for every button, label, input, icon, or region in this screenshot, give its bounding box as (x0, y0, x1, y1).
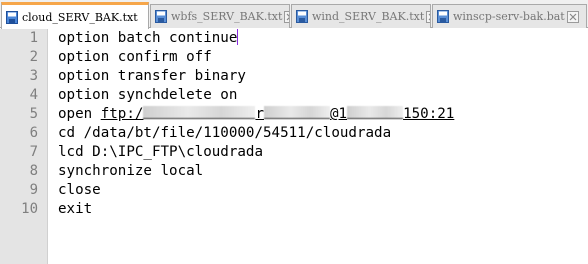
line-number: 8 (29, 163, 38, 179)
line-number: 10 (21, 201, 38, 217)
close-tab-icon[interactable] (566, 10, 579, 23)
redacted-credentials (143, 106, 256, 119)
code-line[interactable]: synchronize local (58, 162, 588, 181)
tab-label: cloud_SERV_BAK.txt (22, 10, 138, 24)
tab-bar: cloud_SERV_BAK.txt wbfs_SERV_BAK.txt win… (0, 0, 588, 29)
line-number: 6 (29, 125, 38, 141)
code-text: option confirm off (58, 49, 212, 65)
code-text: option batch continue (58, 30, 238, 46)
code-text: open (58, 106, 101, 122)
code-text: option synchdelete on (58, 87, 238, 103)
text-caret (237, 29, 239, 45)
code-text: lcd D:\IPC_FTP\cloudrada (58, 144, 263, 160)
url-text: ftp:/ (100, 106, 144, 122)
tab-wbfs-serv-bak[interactable]: wbfs_SERV_BAK.txt (150, 4, 290, 28)
code-area[interactable]: option batch continue option confirm off… (58, 29, 588, 219)
tab-label: wind_SERV_BAK.txt (312, 10, 425, 23)
code-line[interactable]: option batch continue (58, 29, 588, 48)
code-text: close (58, 182, 101, 198)
url-text: 150:21 (403, 106, 455, 122)
line-number: 9 (29, 182, 38, 198)
code-text: synchronize local (58, 163, 204, 179)
line-number: 3 (29, 68, 38, 84)
code-text: cd /data/bt/file/110000/54511/cloudrada (58, 125, 392, 141)
ftp-url-link[interactable]: ftp:/ r @1 150:21 (100, 106, 455, 122)
redacted-host (347, 106, 404, 119)
code-line[interactable]: option confirm off (58, 48, 588, 67)
code-line[interactable]: option synchdelete on (58, 86, 588, 105)
code-text: exit (58, 201, 93, 217)
text-editor[interactable]: 1 2 3 4 5 6 7 8 9 10 option batch contin… (0, 29, 588, 264)
saved-file-icon (155, 10, 167, 23)
url-text: r (255, 106, 264, 122)
line-number: 1 (29, 30, 38, 46)
code-line[interactable]: close (58, 181, 588, 200)
line-number: 5 (29, 106, 38, 122)
code-line[interactable]: exit (58, 200, 588, 219)
code-line[interactable]: option transfer binary (58, 67, 588, 86)
line-number: 7 (29, 144, 38, 160)
code-line[interactable]: open ftp:/ r @1 150:21 (58, 105, 588, 124)
close-tab-icon[interactable] (284, 10, 289, 23)
url-text: @1 (329, 106, 348, 122)
line-number: 4 (29, 87, 38, 103)
code-line[interactable]: lcd D:\IPC_FTP\cloudrada (58, 143, 588, 162)
line-number: 2 (29, 49, 38, 65)
tab-winscp-serv-bak[interactable]: winscp-serv-bak.bat (432, 4, 587, 28)
code-line[interactable]: cd /data/bt/file/110000/54511/cloudrada (58, 124, 588, 143)
tab-cloud-serv-bak[interactable]: cloud_SERV_BAK.txt (1, 2, 149, 29)
line-number-gutter: 1 2 3 4 5 6 7 8 9 10 (0, 29, 48, 264)
saved-file-icon (296, 10, 308, 23)
saved-file-icon (437, 10, 449, 23)
saved-file-icon (6, 10, 18, 24)
close-tab-icon[interactable] (426, 10, 430, 23)
tab-wind-serv-bak[interactable]: wind_SERV_BAK.txt (291, 4, 431, 28)
redacted-credentials (263, 106, 330, 119)
tab-label: winscp-serv-bak.bat (453, 10, 565, 23)
code-text: option transfer binary (58, 68, 246, 84)
tab-label: wbfs_SERV_BAK.txt (171, 10, 283, 23)
